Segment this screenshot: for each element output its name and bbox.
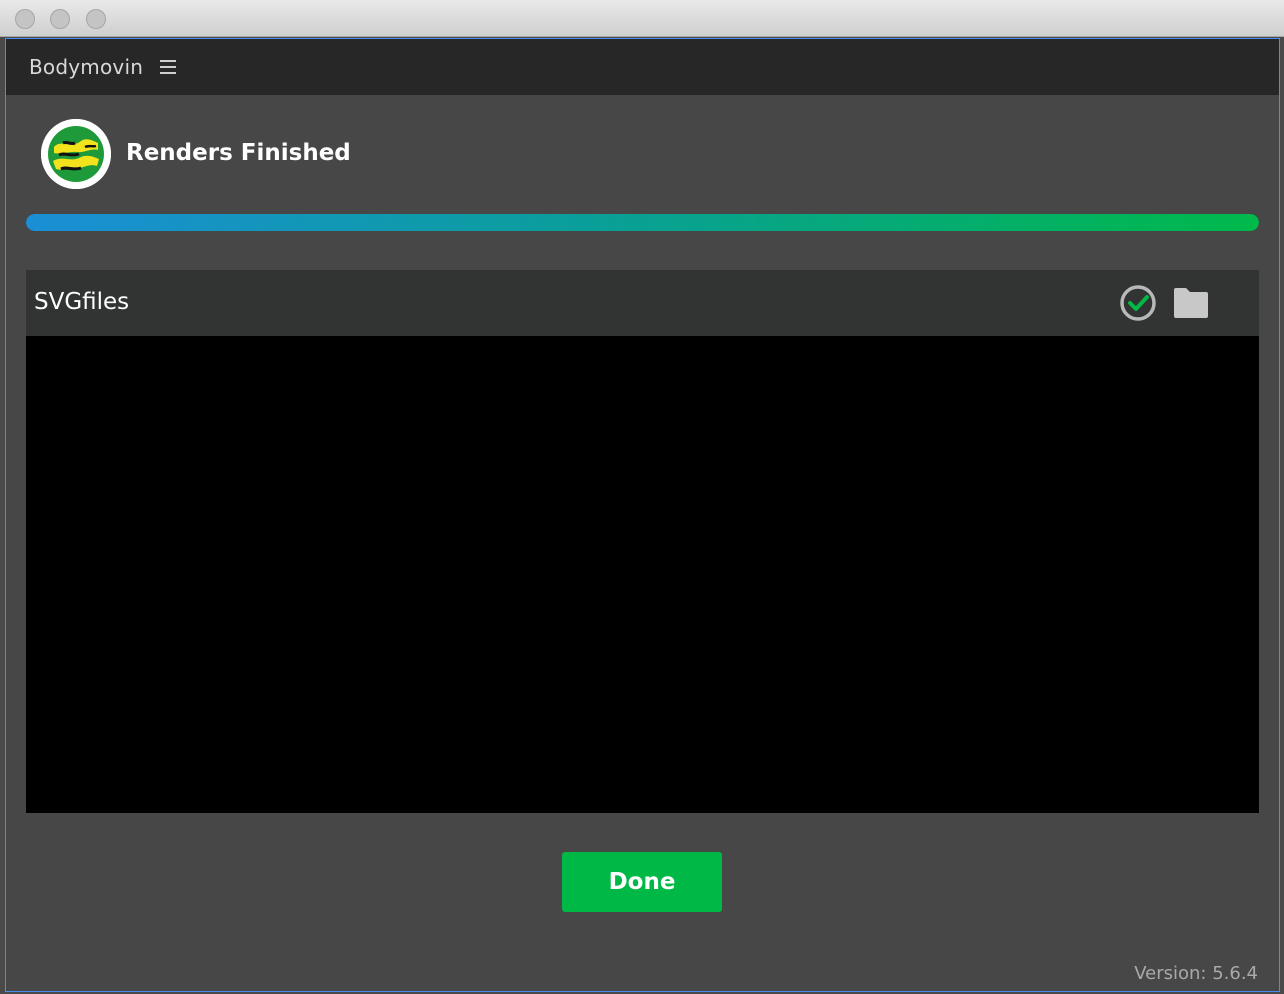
status-title: Renders Finished [126,140,351,166]
render-progress-fill [26,214,1259,231]
done-button[interactable]: Done [562,852,722,912]
render-item-name: SVGfiles [34,289,130,315]
folder-icon[interactable] [1172,286,1210,320]
window-zoom-button[interactable] [86,9,106,29]
hamburger-menu-icon[interactable] [160,60,176,74]
version-label: Version: 5.6.4 [1134,963,1258,984]
window-close-button[interactable] [15,9,35,29]
app-window: Bodymovin Renders Finished SVGfiles Done… [0,0,1284,994]
app-header: Bodymovin [6,39,1279,95]
render-item: SVGfiles [26,270,1259,813]
render-item-header: SVGfiles [26,270,1259,336]
bodymovin-logo-icon [41,119,111,189]
window-titlebar [0,0,1284,37]
render-progress-bar [26,214,1259,231]
check-circle-icon [1119,284,1157,322]
extension-panel: Bodymovin Renders Finished SVGfiles Done… [5,38,1280,992]
window-minimize-button[interactable] [50,9,70,29]
app-title: Bodymovin [29,55,144,79]
